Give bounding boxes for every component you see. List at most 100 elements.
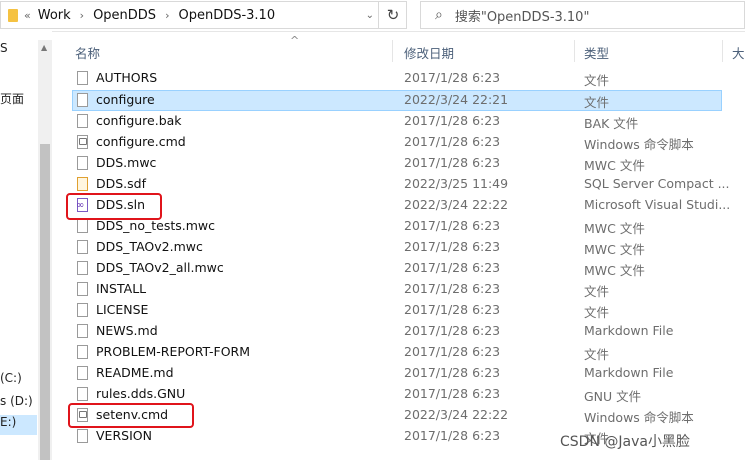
file-row[interactable]: LICENSE 2017/1/28 6:23 文件: [72, 300, 745, 321]
file-row[interactable]: DDS_no_tests.mwc 2017/1/28 6:23 MWC 文件: [72, 216, 745, 237]
file-row[interactable]: PROBLEM-REPORT-FORM 2017/1/28 6:23 文件: [72, 342, 745, 363]
file-name: configure: [96, 92, 155, 107]
file-date: 2017/1/28 6:23: [404, 70, 501, 85]
file-date: 2017/1/28 6:23: [404, 365, 501, 380]
sdf-icon: [77, 177, 88, 191]
file-row[interactable]: DDS.mwc 2017/1/28 6:23 MWC 文件: [72, 153, 745, 174]
file-icon: [77, 156, 88, 170]
file-date: 2017/1/28 6:23: [404, 218, 501, 233]
file-row[interactable]: DDS_TAOv2_all.mwc 2017/1/28 6:23 MWC 文件: [72, 258, 745, 279]
file-name: INSTALL: [96, 281, 147, 296]
file-name: VERSION: [96, 428, 152, 443]
search-input[interactable]: ⌕ 搜索"OpenDDS-3.10": [420, 1, 745, 29]
refresh-button[interactable]: ↻: [378, 1, 407, 29]
file-icon: [77, 345, 88, 359]
file-type: MWC 文件: [584, 263, 645, 278]
column-header: ^ 名称 修改日期 类型 大: [62, 34, 745, 62]
file-name: DDS_TAOv2.mwc: [96, 239, 203, 254]
file-name: configure.bak: [96, 113, 182, 128]
file-date: 2017/1/28 6:23: [404, 344, 501, 359]
file-row[interactable]: configure.cmd 2017/1/28 6:23 Windows 命令脚…: [72, 132, 745, 153]
file-date: 2017/1/28 6:23: [404, 281, 501, 296]
file-type: 文件: [584, 305, 610, 320]
toolbar: « Work › OpenDDS › OpenDDS-3.10 ⌄ ↻ ⌕ 搜索…: [0, 0, 745, 32]
file-name: DDS_no_tests.mwc: [96, 218, 216, 233]
nav-item-drive-e[interactable]: E:): [0, 415, 37, 435]
file-name: PROBLEM-REPORT-FORM: [96, 344, 251, 359]
file-date: 2017/1/28 6:23: [404, 113, 501, 128]
file-name: NEWS.md: [96, 323, 158, 338]
search-icon: ⌕: [435, 7, 443, 23]
nav-item-drive-d[interactable]: s (D:): [0, 394, 33, 408]
file-type: Windows 命令脚本: [584, 137, 694, 152]
file-row[interactable]: rules.dds.GNU 2017/1/28 6:23 GNU 文件: [72, 384, 745, 405]
file-type: 文件: [584, 73, 610, 88]
file-name: LICENSE: [96, 302, 149, 317]
file-type: 文件: [584, 347, 610, 362]
file-icon: [77, 114, 88, 128]
nav-item-quick-access[interactable]: S: [0, 41, 8, 55]
file-type: 文件: [584, 95, 610, 110]
crumb-work[interactable]: Work: [38, 8, 71, 23]
file-date: 2017/1/28 6:23: [404, 428, 501, 443]
file-row-selected[interactable]: configure 2022/3/24 22:21 文件: [72, 90, 722, 111]
file-type: Markdown File: [584, 365, 674, 380]
file-date: 2017/1/28 6:23: [404, 155, 501, 170]
file-name: DDS.sdf: [96, 176, 147, 191]
scrollbar-thumb[interactable]: [40, 144, 50, 460]
file-row[interactable]: DDS.sln 2022/3/24 22:22 Microsoft Visual…: [72, 195, 745, 216]
column-date[interactable]: 修改日期: [404, 43, 454, 62]
file-icon: [77, 219, 88, 233]
file-name: README.md: [96, 365, 174, 380]
file-icon: [77, 303, 88, 317]
file-row[interactable]: INSTALL 2017/1/28 6:23 文件: [72, 279, 745, 300]
sort-ascending-icon: ^: [290, 34, 300, 47]
file-row[interactable]: configure.bak 2017/1/28 6:23 BAK 文件: [72, 111, 745, 132]
crumb-opendds-310[interactable]: OpenDDS-3.10: [178, 8, 275, 23]
file-date: 2017/1/28 6:23: [404, 260, 501, 275]
column-divider[interactable]: [392, 40, 393, 62]
address-bar[interactable]: « Work › OpenDDS › OpenDDS-3.10 ⌄: [0, 1, 407, 29]
nav-item-drive-c[interactable]: (C:): [0, 371, 22, 385]
file-name: AUTHORS: [96, 70, 158, 85]
file-row[interactable]: DDS_TAOv2.mwc 2017/1/28 6:23 MWC 文件: [72, 237, 745, 258]
file-date: 2017/1/28 6:23: [404, 239, 501, 254]
file-row[interactable]: README.md 2017/1/28 6:23 Markdown File: [72, 363, 745, 384]
scroll-up-icon[interactable]: ▲: [41, 43, 47, 52]
file-date: 2022/3/24 22:22: [404, 197, 509, 212]
column-type[interactable]: 类型: [584, 43, 609, 62]
file-type: Microsoft Visual Studi...: [584, 197, 731, 212]
column-size[interactable]: 大: [732, 43, 745, 62]
file-type: Windows 命令脚本: [584, 410, 694, 425]
file-icon: [77, 282, 88, 296]
file-row[interactable]: NEWS.md 2017/1/28 6:23 Markdown File: [72, 321, 745, 342]
chevron-right-icon[interactable]: ›: [80, 9, 84, 22]
search-placeholder: 搜索"OpenDDS-3.10": [454, 9, 590, 25]
overflow-crumb[interactable]: «: [24, 9, 31, 22]
column-divider[interactable]: [574, 40, 575, 62]
file-name: configure.cmd: [96, 134, 186, 149]
cmd-icon: [77, 135, 88, 149]
file-name: DDS_TAOv2_all.mwc: [96, 260, 224, 275]
file-icon: [77, 261, 88, 275]
file-type: Markdown File: [584, 323, 674, 338]
nav-item-pages[interactable]: 页面: [0, 90, 24, 107]
column-name[interactable]: 名称: [75, 43, 100, 62]
file-date: 2017/1/28 6:23: [404, 134, 501, 149]
file-type: 文件: [584, 284, 610, 299]
file-type: GNU 文件: [584, 389, 642, 404]
chevron-down-icon[interactable]: ⌄: [366, 10, 374, 21]
column-divider[interactable]: [722, 40, 723, 62]
file-type: MWC 文件: [584, 221, 645, 236]
file-date: 2017/1/28 6:23: [404, 323, 501, 338]
md-icon: [77, 366, 88, 380]
highlight-box-dds-sln: [66, 193, 162, 220]
file-icon: [77, 93, 88, 107]
chevron-right-icon[interactable]: ›: [165, 9, 169, 22]
nav-scrollbar[interactable]: ▲: [38, 40, 52, 460]
file-row[interactable]: AUTHORS 2017/1/28 6:23 文件: [72, 68, 745, 89]
file-date: 2022/3/24 22:21: [404, 92, 509, 107]
file-row[interactable]: DDS.sdf 2022/3/25 11:49 SQL Server Compa…: [72, 174, 745, 195]
file-type: SQL Server Compact ...: [584, 176, 730, 191]
crumb-opendds[interactable]: OpenDDS: [93, 8, 156, 23]
